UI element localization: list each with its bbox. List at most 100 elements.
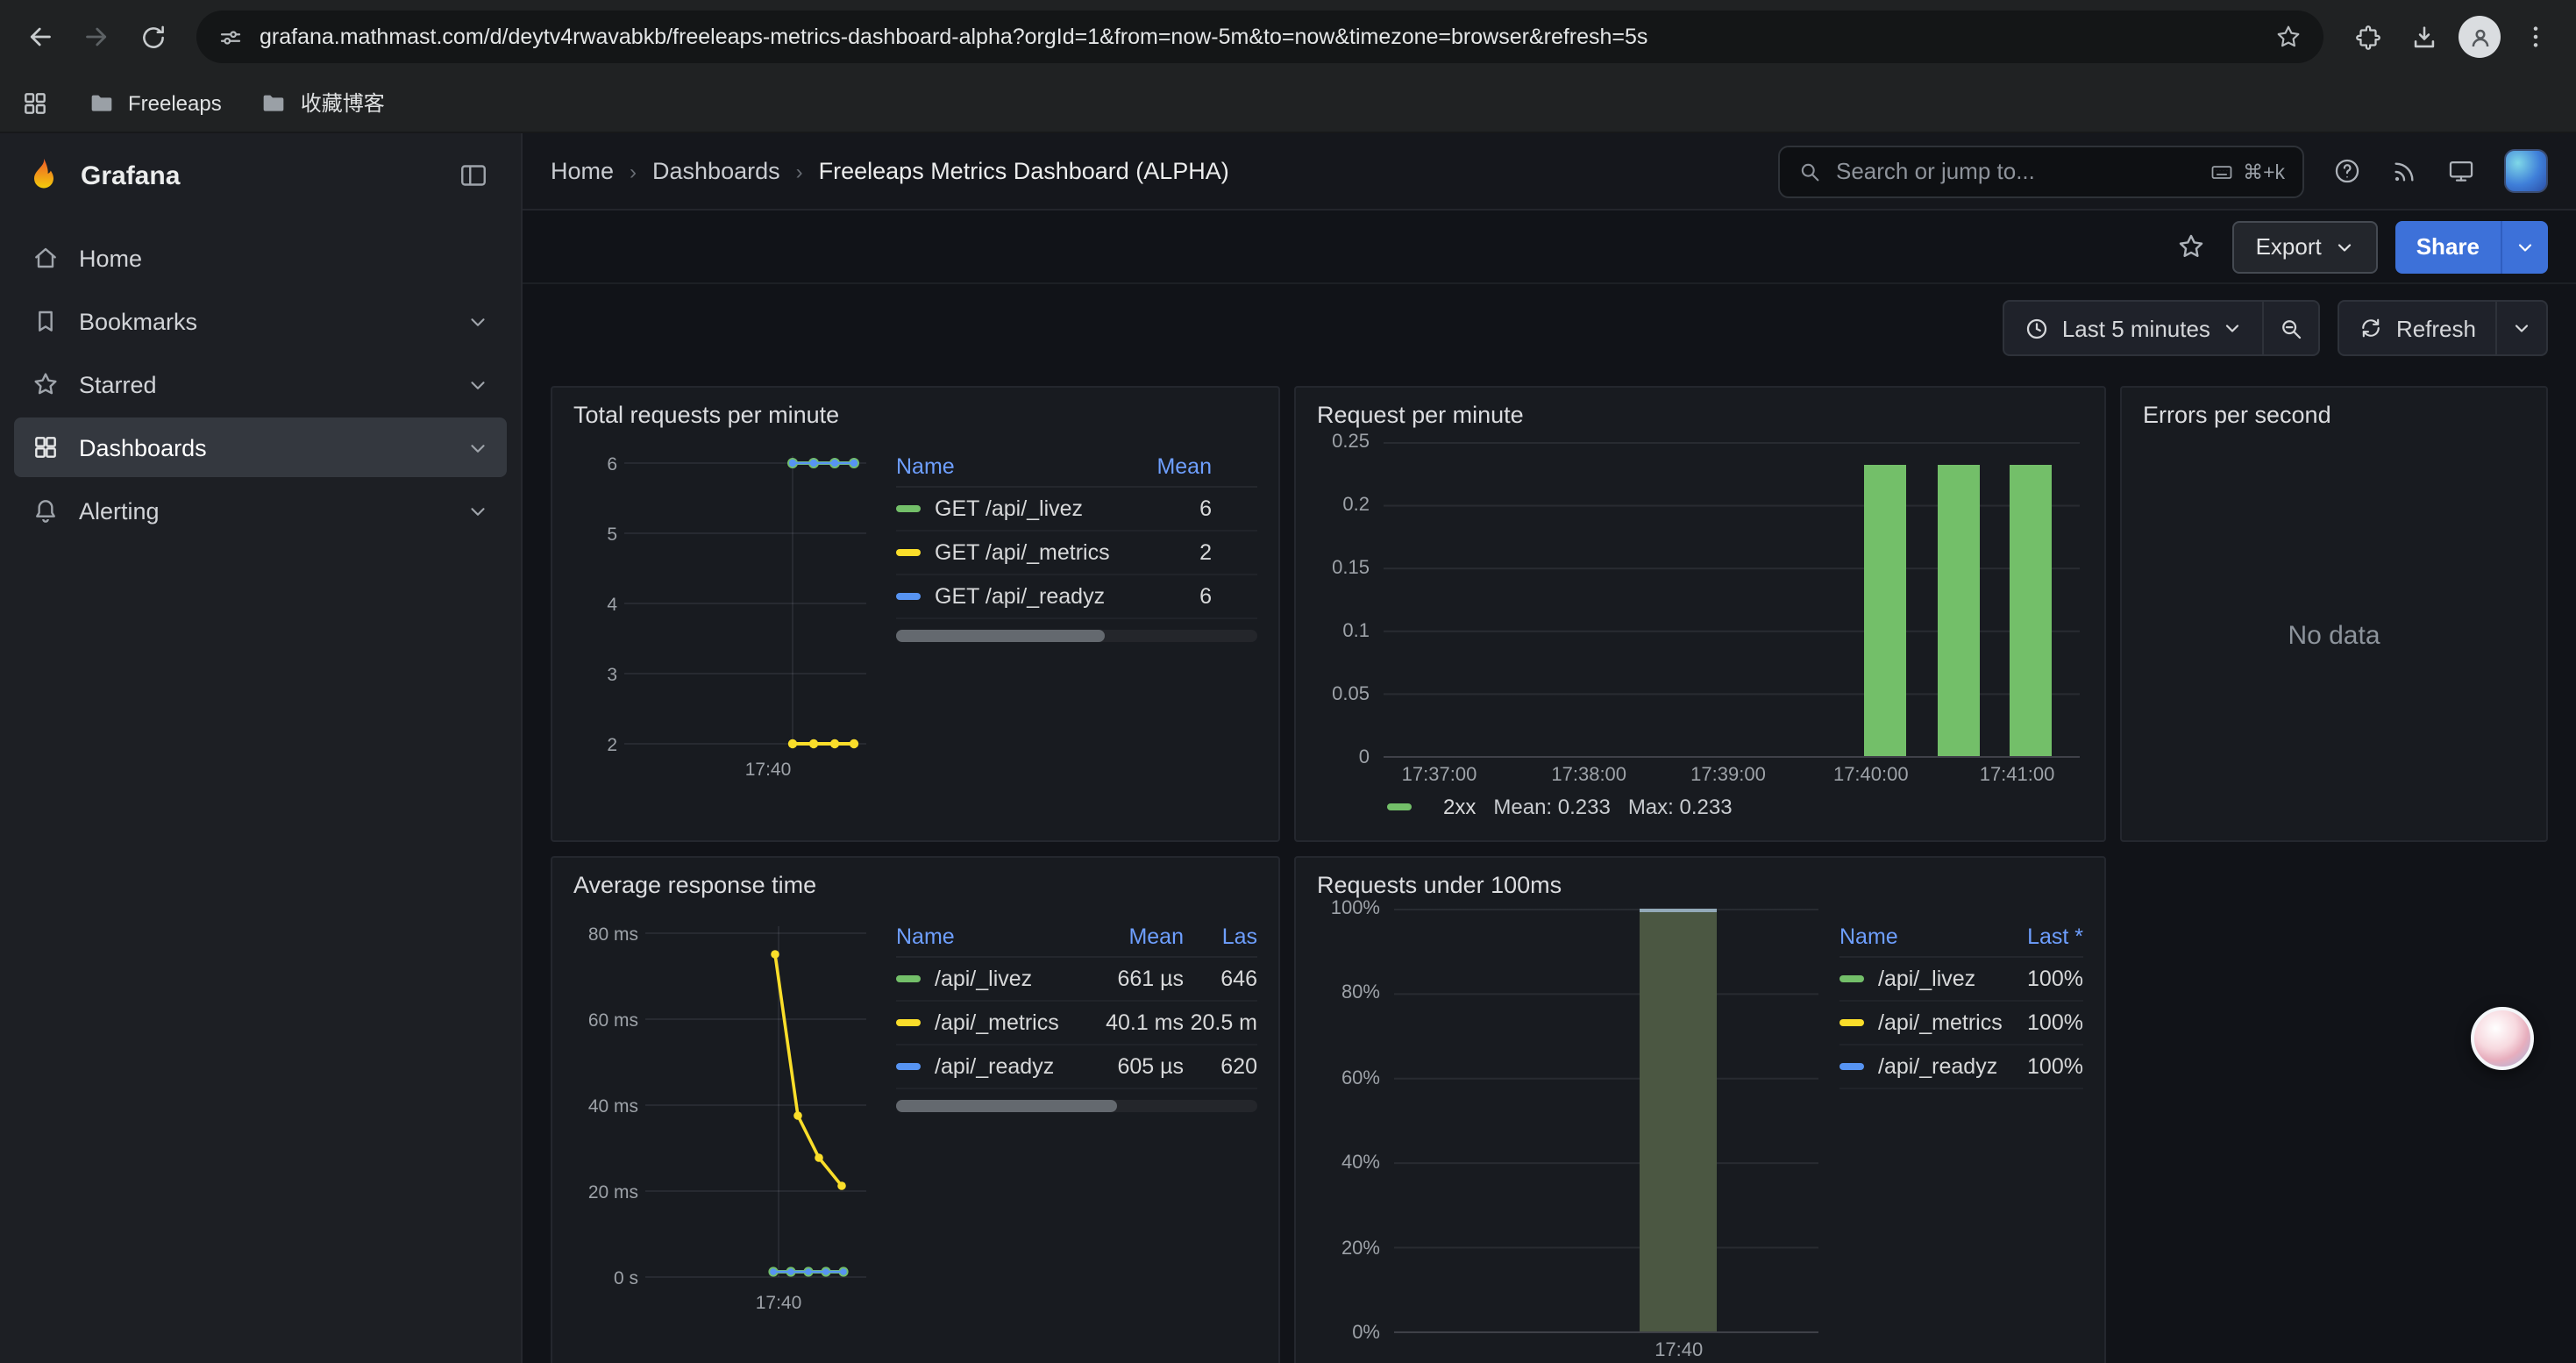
browser-menu-button[interactable] [2509,11,2562,63]
time-range-picker[interactable]: Last 5 minutes [2003,300,2265,356]
breadcrumb-dashboards[interactable]: Dashboards [652,158,780,184]
home-icon [32,244,60,272]
legend-header-mean[interactable]: Mean [1075,924,1184,948]
dock-menu-button[interactable] [451,153,496,198]
series-color-chip[interactable] [1839,975,1864,982]
bar-2xx[interactable] [1937,464,1979,756]
panel-total-requests: Total requests per minute [551,386,1280,842]
avatar [2504,149,2548,193]
panel-title[interactable]: Average response time [552,858,1278,902]
scrollbar-thumb[interactable] [896,1100,1116,1112]
search-input[interactable]: Search or jump to... ⌘+k [1778,145,2304,197]
site-info-icon[interactable] [217,24,244,50]
series-name[interactable]: GET /api/_readyz [935,584,1114,609]
news-button[interactable] [2390,157,2418,185]
panel-title[interactable]: Requests under 100ms [1296,858,2104,902]
monitor-icon [2446,156,2476,186]
panel-title[interactable]: Request per minute [1296,388,2104,432]
legend-row: /api/_readyz 605 µs 620 [896,1045,1257,1089]
series-color-chip[interactable] [896,549,921,556]
legend-scrollbar[interactable] [896,630,1257,642]
panel-left-icon [458,160,489,191]
series-name[interactable]: GET /api/_livez [935,496,1114,521]
legend-header-last[interactable]: Las [1184,924,1257,948]
refresh-button[interactable]: Refresh [2338,300,2497,356]
bookmark-folder-freeleaps[interactable]: Freeleaps [88,89,222,117]
refresh-label: Refresh [2396,315,2476,341]
series-color-chip[interactable] [896,505,921,512]
apps-grid-icon[interactable] [21,89,49,117]
sidebar-item-bookmarks[interactable]: Bookmarks [14,291,507,351]
legend-header-name[interactable]: Name [896,924,1075,948]
chevron-down-icon[interactable] [466,373,489,396]
series-name[interactable]: /api/_readyz [935,1054,1075,1079]
url-text[interactable]: grafana.mathmast.com/d/deytv4rwavabkb/fr… [260,25,2259,49]
star-icon [2177,232,2207,261]
share-button[interactable]: Share [2395,220,2502,273]
extensions-button[interactable] [2341,11,2394,63]
bar-2xx[interactable] [1864,464,1906,756]
sidebar-item-home[interactable]: Home [14,228,507,288]
chevron-down-icon[interactable] [466,310,489,332]
panel-requests-under-100ms: Requests under 100ms 100% 80% 60% 40% [1294,856,2106,1363]
downloads-button[interactable] [2397,11,2450,63]
breadcrumb-home[interactable]: Home [551,158,614,184]
legend-header-name[interactable]: Name [1839,924,2003,948]
favorite-star-button[interactable] [2168,223,2216,270]
series-name[interactable]: 2xx [1443,795,1476,819]
series-color-chip[interactable] [1839,1063,1864,1070]
url-bar[interactable]: grafana.mathmast.com/d/deytv4rwavabkb/fr… [196,11,2323,63]
legend-header-name[interactable]: Name [896,453,1114,478]
refresh-interval-button[interactable] [2497,300,2548,356]
bookmark-star-icon[interactable] [2274,23,2302,51]
bar-plot [1384,442,2080,758]
series-last: 20.5 m [1184,1010,1257,1035]
series-name[interactable]: /api/_livez [1878,967,2003,991]
export-button[interactable]: Export [2233,220,2378,273]
share-menu-button[interactable] [2502,220,2548,273]
forward-button[interactable] [70,11,123,63]
panel-title[interactable]: Total requests per minute [552,388,1278,432]
bar-100pct[interactable] [1640,909,1718,1331]
bookmark-folder-blogs[interactable]: 收藏博客 [260,88,385,118]
sidebar-item-alerting[interactable]: Alerting [14,481,507,540]
series-color-chip[interactable] [1387,803,1412,810]
bar-2xx[interactable] [2010,464,2053,756]
legend-header-mean[interactable]: Mean [1114,453,1212,478]
series-name[interactable]: /api/_livez [935,967,1075,991]
chevron-down-icon[interactable] [466,499,489,522]
series-name[interactable]: /api/_metrics [935,1010,1075,1035]
time-controls: Last 5 minutes Refresh [523,284,2576,372]
series-color-chip[interactable] [896,593,921,600]
sidebar-item-dashboards[interactable]: Dashboards [14,417,507,477]
help-icon [2332,156,2362,186]
profile-avatar[interactable] [2453,11,2506,63]
refresh-icon [2359,316,2384,340]
user-avatar[interactable] [2504,149,2548,193]
back-button[interactable] [14,11,67,63]
sidebar-item-label: Home [79,245,142,271]
scrollbar-thumb[interactable] [896,630,1106,642]
series-color-chip[interactable] [896,975,921,982]
legend-scrollbar[interactable] [896,1100,1257,1112]
series-color-chip[interactable] [896,1019,921,1026]
sidebar-item-label: Alerting [79,497,160,524]
panel-title[interactable]: Errors per second [2122,388,2546,432]
assistant-avatar[interactable] [2471,1007,2534,1070]
series-color-chip[interactable] [896,1063,921,1070]
help-button[interactable] [2332,156,2362,186]
chevron-down-icon[interactable] [466,436,489,459]
sidebar-item-starred[interactable]: Starred [14,354,507,414]
legend-header-last[interactable]: Last * [2003,924,2083,948]
series-name[interactable]: /api/_readyz [1878,1054,2003,1079]
series-last: 100% [2003,1010,2083,1035]
reload-button[interactable] [126,11,179,63]
sidebar-item-label: Starred [79,371,157,397]
series-name[interactable]: /api/_metrics [1878,1010,2003,1035]
kiosk-button[interactable] [2446,156,2476,186]
series-color-chip[interactable] [1839,1019,1864,1026]
series-max: Max: 0.233 [1628,795,1733,819]
legend-row: /api/_livez 661 µs 646 [896,958,1257,1002]
series-name[interactable]: GET /api/_metrics [935,540,1114,565]
zoom-out-button[interactable] [2265,300,2321,356]
